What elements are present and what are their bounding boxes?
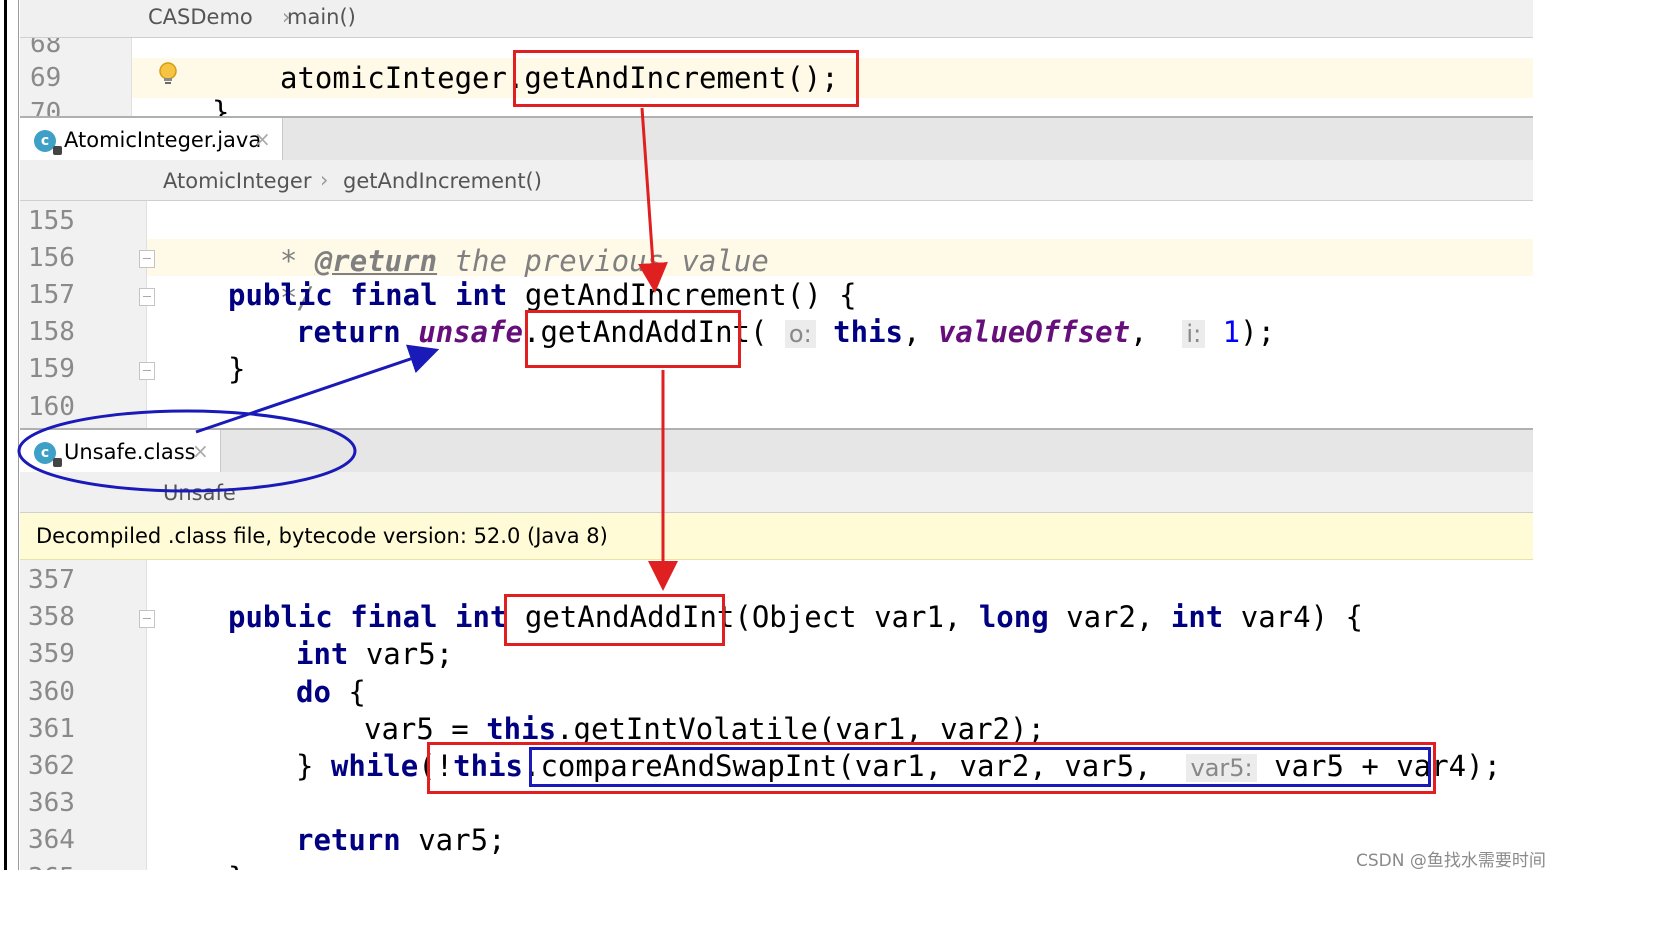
arrow-to-unsafe-field	[195, 344, 440, 434]
watermark: CSDN @鱼找水需要时间	[1356, 851, 1546, 871]
unsafe-tab-circle	[17, 409, 357, 493]
arrow-to-getandincrement	[637, 107, 668, 293]
annotation-arrows	[17, 107, 678, 591]
